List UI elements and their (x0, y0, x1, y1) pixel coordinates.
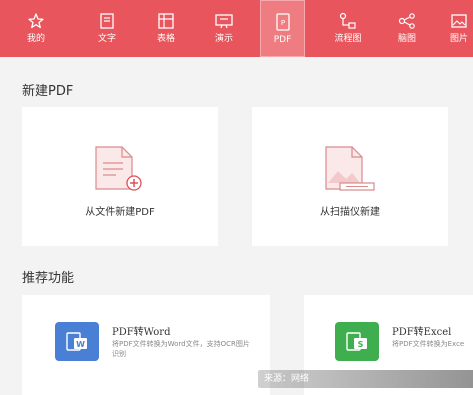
tool-mindmap[interactable]: 脑图 (385, 0, 429, 57)
flowchart-icon (337, 11, 359, 31)
tool-label: 文字 (97, 34, 116, 44)
tool-label: PDF (273, 35, 292, 45)
star-icon (25, 11, 47, 31)
document-icon (96, 11, 118, 31)
tool-label: 图片 (449, 34, 468, 44)
new-from-scanner-card[interactable]: 从扫描仪新建 (252, 107, 448, 246)
pdf-to-word-desc: 将PDF文件转换为Word文件，支持OCR图片识别 (112, 340, 250, 358)
scanner-icon (324, 145, 378, 199)
top-toolbar: 我的 文字 表格 演示 P PDF 流程图 脑图 图片 (0, 0, 473, 57)
watermark-banner: 来源：网络 (258, 370, 473, 388)
recommended-heading: 推荐功能 (22, 271, 75, 286)
pdf-icon: P (272, 12, 294, 32)
tool-label: 表格 (156, 34, 175, 44)
tool-text[interactable]: 文字 (85, 0, 129, 57)
pdf-to-word-title: PDF转Word (112, 327, 171, 338)
pdf-to-word-card[interactable]: W PDF转Word 将PDF文件转换为Word文件，支持OCR图片识别 (22, 295, 270, 395)
new-from-scanner-label: 从扫描仪新建 (320, 207, 380, 218)
image-icon (448, 11, 470, 31)
word-icon: W (55, 322, 99, 361)
pdf-to-excel-title: PDF转Excel (392, 327, 452, 338)
pdf-to-excel-desc: 将PDF文件转换为Exce (392, 340, 465, 348)
svg-text:S: S (358, 340, 364, 349)
tool-label: 我的 (26, 34, 45, 44)
tool-my[interactable]: 我的 (14, 0, 58, 57)
tool-label: 脑图 (397, 34, 416, 44)
tool-presentation[interactable]: 演示 (202, 0, 246, 57)
excel-icon: S (335, 322, 379, 361)
new-pdf-heading: 新建PDF (22, 84, 74, 99)
table-icon (155, 11, 177, 31)
tool-pdf[interactable]: P PDF (260, 0, 305, 57)
svg-text:P: P (280, 19, 284, 27)
tool-sheet[interactable]: 表格 (144, 0, 188, 57)
new-from-file-label: 从文件新建PDF (85, 207, 155, 218)
tool-label: 流程图 (334, 34, 362, 44)
tool-image[interactable]: 图片 (445, 0, 473, 57)
file-add-icon (94, 145, 146, 199)
new-from-file-card[interactable]: 从文件新建PDF (22, 107, 218, 246)
svg-text:W: W (76, 340, 85, 349)
tool-flowchart[interactable]: 流程图 (323, 0, 373, 57)
mindmap-icon (396, 11, 418, 31)
tool-label: 演示 (214, 34, 233, 44)
presentation-icon (213, 11, 235, 31)
